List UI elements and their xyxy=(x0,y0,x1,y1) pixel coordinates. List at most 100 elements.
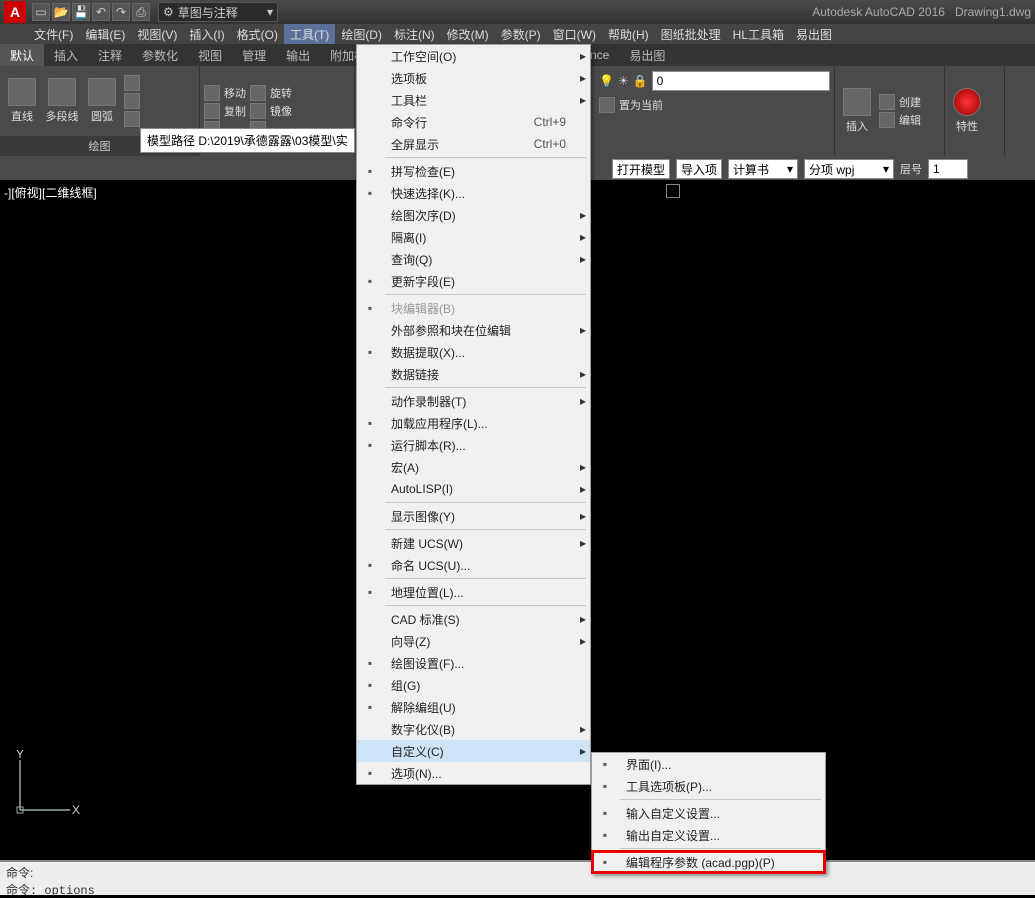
line-button[interactable]: 直线 xyxy=(4,78,40,124)
menubar-item[interactable]: 图纸批处理 xyxy=(655,24,727,44)
sub-dropdown[interactable]: 分项 wpj▾ xyxy=(804,159,894,179)
menu-item[interactable]: ▪块编辑器(B) xyxy=(357,297,590,319)
menu-item[interactable]: 新建 UCS(W)▸ xyxy=(357,532,590,554)
ribbon-tab[interactable]: 注释 xyxy=(88,44,132,66)
menu-item[interactable]: CAD 标准(S)▸ xyxy=(357,608,590,630)
arc-button[interactable]: 圆弧 xyxy=(84,78,120,124)
menu-item-label: 工具栏 xyxy=(383,92,576,109)
menu-item[interactable]: 命令行Ctrl+9 xyxy=(357,111,590,133)
menu-item[interactable]: ▪选项(N)... xyxy=(357,762,590,784)
blank-icon xyxy=(357,45,383,67)
menubar-item[interactable]: 视图(V) xyxy=(131,24,183,44)
create-block-button[interactable]: 创建 xyxy=(879,93,921,111)
menubar-item[interactable]: 文件(F) xyxy=(28,24,79,44)
menu-item[interactable]: ▪解除编组(U) xyxy=(357,696,590,718)
menu-item[interactable]: ▪输入自定义设置... xyxy=(592,802,825,824)
menu-item[interactable]: 选项板▸ xyxy=(357,67,590,89)
menubar-item[interactable]: 插入(I) xyxy=(183,24,230,44)
command-line[interactable]: 命令: 命令: options xyxy=(0,860,1035,895)
qat-print-icon[interactable]: ⎙ xyxy=(132,3,150,21)
menubar-item[interactable]: 编辑(E) xyxy=(79,24,131,44)
chevron-right-icon: ▸ xyxy=(576,230,590,244)
insert-block-button[interactable]: 插入 xyxy=(839,88,875,134)
ribbon-tab[interactable]: 易出图 xyxy=(619,44,675,66)
ribbon-tab[interactable]: 参数化 xyxy=(132,44,188,66)
menu-item[interactable]: ▪快速选择(K)... xyxy=(357,182,590,204)
menu-item[interactable]: 工作空间(O)▸ xyxy=(357,45,590,67)
menu-item[interactable]: ▪界面(I)... xyxy=(592,753,825,775)
menu-item[interactable]: ▪地理位置(L)... xyxy=(357,581,590,603)
menu-item[interactable]: ▪工具选项板(P)... xyxy=(592,775,825,797)
menu-item[interactable]: ▪运行脚本(R)... xyxy=(357,434,590,456)
menu-item-label: 自定义(C) xyxy=(383,743,576,760)
properties-button[interactable]: 特性 xyxy=(949,88,985,134)
menu-item[interactable]: 向导(Z)▸ xyxy=(357,630,590,652)
blank-icon xyxy=(357,390,383,412)
menu-item[interactable]: 绘图次序(D)▸ xyxy=(357,204,590,226)
copy-button[interactable]: 复制 xyxy=(204,102,246,120)
layer-dropdown[interactable]: 0 xyxy=(652,71,830,91)
menu-item-label: CAD 标准(S) xyxy=(383,611,576,628)
menubar-item[interactable]: HL工具箱 xyxy=(727,24,790,44)
menu-item[interactable]: 外部参照和块在位编辑▸ xyxy=(357,319,590,341)
gear-icon: ⚙ xyxy=(163,5,174,19)
open-model-button[interactable]: 打开模型 xyxy=(612,159,670,179)
menu-item[interactable]: 隔离(I)▸ xyxy=(357,226,590,248)
qat-save-icon[interactable]: 💾 xyxy=(72,3,90,21)
menu-item[interactable]: ▪编辑程序参数 (acad.pgp)(P) xyxy=(592,851,825,873)
menubar-item[interactable]: 标注(N) xyxy=(388,24,441,44)
edit-block-button[interactable]: 编辑 xyxy=(879,111,921,129)
menubar-item[interactable]: 绘图(D) xyxy=(335,24,388,44)
menubar-item[interactable]: 格式(O) xyxy=(231,24,284,44)
menu-item[interactable]: AutoLISP(I)▸ xyxy=(357,478,590,500)
workspace-selector[interactable]: ⚙ 草图与注释 ▾ xyxy=(158,2,278,22)
menu-item[interactable]: ▪组(G) xyxy=(357,674,590,696)
app-logo[interactable]: A xyxy=(4,1,26,23)
set-current-button[interactable]: 置为当前 xyxy=(599,96,663,114)
qat-new-icon[interactable]: ▭ xyxy=(32,3,50,21)
ribbon-tab[interactable]: 输出 xyxy=(276,44,320,66)
rotate-button[interactable]: 旋转 xyxy=(250,84,292,102)
menu-item[interactable]: ▪输出自定义设置... xyxy=(592,824,825,846)
menubar-item[interactable]: 易出图 xyxy=(790,24,838,44)
import-button[interactable]: 导入项 xyxy=(676,159,722,179)
qat-redo-icon[interactable]: ↷ xyxy=(112,3,130,21)
menubar-item[interactable]: 窗口(W) xyxy=(547,24,602,44)
ribbon-tab[interactable]: 视图 xyxy=(188,44,232,66)
menu-item[interactable]: 自定义(C)▸ xyxy=(357,740,590,762)
be-icon: ▪ xyxy=(357,297,383,319)
polyline-button[interactable]: 多段线 xyxy=(44,78,80,124)
qat-open-icon[interactable]: 📂 xyxy=(52,3,70,21)
menu-item[interactable]: 工具栏▸ xyxy=(357,89,590,111)
menubar-item[interactable]: 参数(P) xyxy=(495,24,547,44)
tp-icon: ▪ xyxy=(592,775,618,797)
menu-item[interactable]: ▪命名 UCS(U)... xyxy=(357,554,590,576)
menubar-item[interactable]: 修改(M) xyxy=(441,24,495,44)
menu-item[interactable]: 全屏显示Ctrl+0 xyxy=(357,133,590,155)
menu-item[interactable]: ▪数据提取(X)... xyxy=(357,341,590,363)
move-button[interactable]: 移动 xyxy=(204,84,246,102)
ribbon-tab[interactable]: 插入 xyxy=(44,44,88,66)
menu-item[interactable]: 动作录制器(T)▸ xyxy=(357,390,590,412)
menu-item-label: 数据链接 xyxy=(383,366,576,383)
menu-item[interactable]: 宏(A)▸ xyxy=(357,456,590,478)
menu-item[interactable]: 数据链接▸ xyxy=(357,363,590,385)
view-label[interactable]: -][俯视][二维线框] xyxy=(4,184,97,201)
calc-dropdown[interactable]: 计算书▾ xyxy=(728,159,798,179)
menu-item[interactable]: ▪拼写检查(E) xyxy=(357,160,590,182)
ribbon-tab[interactable]: 管理 xyxy=(232,44,276,66)
mirror-button[interactable]: 镜像 xyxy=(250,102,292,120)
viewcube[interactable] xyxy=(666,184,680,198)
qat-undo-icon[interactable]: ↶ xyxy=(92,3,110,21)
menu-item[interactable]: ▪更新字段(E) xyxy=(357,270,590,292)
menu-item[interactable]: 数字化仪(B)▸ xyxy=(357,718,590,740)
menubar-item[interactable]: 帮助(H) xyxy=(602,24,655,44)
menu-item[interactable]: ▪绘图设置(F)... xyxy=(357,652,590,674)
menu-item[interactable]: 显示图像(Y)▸ xyxy=(357,505,590,527)
menubar-item[interactable]: 工具(T) xyxy=(284,24,335,44)
floor-input[interactable]: 1 xyxy=(928,159,968,179)
panel-layers: 💡☀🔒0 置为当前 xyxy=(595,66,835,156)
ribbon-tab[interactable]: 默认 xyxy=(0,44,44,66)
menu-item[interactable]: 查询(Q)▸ xyxy=(357,248,590,270)
menu-item[interactable]: ▪加载应用程序(L)... xyxy=(357,412,590,434)
